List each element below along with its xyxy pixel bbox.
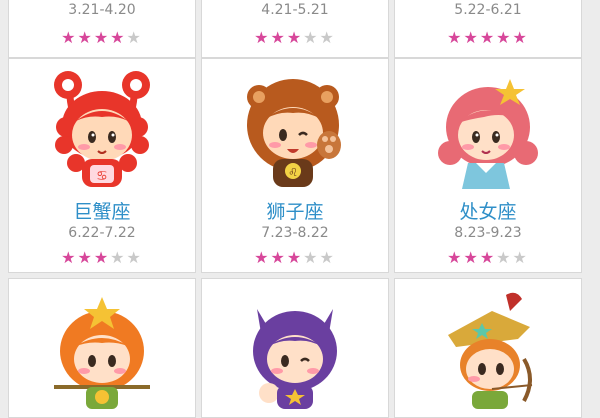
star-filled-icon: ★	[61, 248, 78, 267]
star-filled-icon: ★	[110, 28, 127, 47]
star-filled-icon: ★	[286, 28, 304, 47]
zodiac-dates: 7.23-8.22	[261, 225, 329, 241]
leo-lion-character-icon: ♌	[247, 79, 341, 187]
star-rating: ★★★★★	[9, 30, 195, 46]
star-empty-icon: ★	[319, 28, 336, 47]
zodiac-dates: 5.22-6.21	[454, 2, 522, 18]
star-rating: ★★★★★	[9, 250, 195, 266]
svg-text:♋: ♋	[96, 169, 108, 184]
star-empty-icon: ★	[110, 248, 127, 267]
star-filled-icon: ★	[270, 28, 287, 47]
star-filled-icon: ★	[447, 248, 464, 267]
star-filled-icon: ★	[479, 28, 497, 47]
sagittarius-archer-character-icon	[448, 292, 533, 409]
star-empty-icon: ★	[496, 248, 513, 267]
star-filled-icon: ★	[447, 28, 464, 47]
zodiac-grid: 3.21-4.20 ★★★★★ 4.21-5.21 ★★★★★ 5.22-6.2…	[0, 0, 600, 418]
star-rating: ★★★★★	[202, 30, 388, 46]
zodiac-card-libra[interactable]	[8, 278, 196, 418]
star-rating: ★★★★★	[395, 30, 581, 46]
virgo-maiden-character-icon	[438, 79, 538, 189]
star-filled-icon: ★	[463, 248, 480, 267]
star-filled-icon: ★	[463, 28, 480, 47]
zodiac-card-leo[interactable]: ♌ 狮子座 7.23-8.22 ★★★★★	[201, 58, 389, 273]
star-empty-icon: ★	[303, 28, 320, 47]
zodiac-card-cancer[interactable]: ♋ 巨蟹座 6.22-7.22 ★★★★★	[8, 58, 196, 273]
star-filled-icon: ★	[496, 28, 513, 47]
zodiac-card-virgo[interactable]: 处女座 8.23-9.23 ★★★★★	[394, 58, 582, 273]
svg-text:♌: ♌	[288, 166, 298, 179]
star-filled-icon: ★	[77, 28, 94, 47]
zodiac-card-gemini[interactable]: 5.22-6.21 ★★★★★	[394, 0, 582, 58]
star-filled-icon: ★	[270, 248, 287, 267]
cancer-crab-character-icon: ♋	[54, 71, 150, 187]
star-rating: ★★★★★	[395, 250, 581, 266]
star-empty-icon: ★	[512, 248, 529, 267]
star-filled-icon: ★	[93, 28, 111, 47]
star-filled-icon: ★	[61, 28, 78, 47]
zodiac-dates: 3.21-4.20	[68, 2, 136, 18]
star-empty-icon: ★	[126, 248, 143, 267]
star-filled-icon: ★	[77, 248, 94, 267]
star-filled-icon: ★	[254, 248, 271, 267]
zodiac-card-scorpio[interactable]	[201, 278, 389, 418]
zodiac-card-aries[interactable]: 3.21-4.20 ★★★★★	[8, 0, 196, 58]
star-filled-icon: ★	[286, 248, 304, 267]
zodiac-dates: 6.22-7.22	[68, 225, 136, 241]
star-filled-icon: ★	[512, 28, 529, 47]
zodiac-card-taurus[interactable]: 4.21-5.21 ★★★★★	[201, 0, 389, 58]
zodiac-card-sagittarius[interactable]	[394, 278, 582, 418]
star-empty-icon: ★	[303, 248, 320, 267]
zodiac-name: 处女座	[459, 201, 517, 223]
star-filled-icon: ★	[93, 248, 111, 267]
zodiac-name: 巨蟹座	[73, 201, 131, 223]
libra-scales-character-icon	[54, 297, 150, 409]
star-empty-icon: ★	[126, 28, 143, 47]
scorpio-character-icon	[253, 309, 337, 409]
star-filled-icon: ★	[254, 28, 271, 47]
star-rating: ★★★★★	[202, 250, 388, 266]
star-empty-icon: ★	[319, 248, 336, 267]
star-filled-icon: ★	[479, 248, 497, 267]
zodiac-name: 狮子座	[266, 201, 324, 223]
zodiac-dates: 8.23-9.23	[454, 225, 522, 241]
zodiac-dates: 4.21-5.21	[261, 2, 329, 18]
